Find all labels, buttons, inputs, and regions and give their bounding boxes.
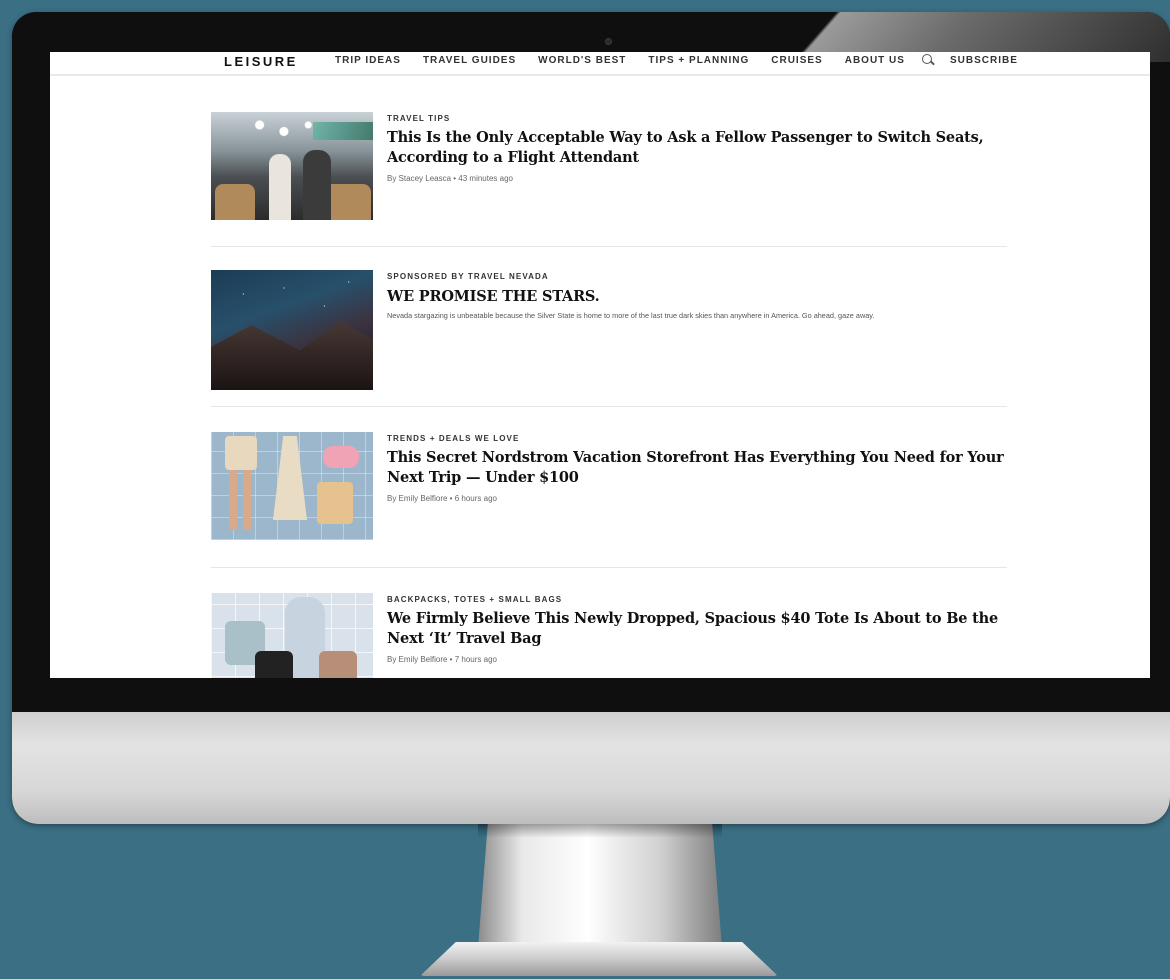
divider — [211, 246, 1007, 247]
site-logo[interactable]: LEISURE — [224, 54, 298, 69]
article-thumbnail[interactable] — [211, 593, 373, 678]
article-headline[interactable]: This Secret Nordstrom Vacation Storefron… — [387, 448, 1007, 488]
monitor-stand — [478, 824, 722, 948]
nav-link-cruises[interactable]: CRUISES — [771, 55, 822, 66]
tote-bags-image — [211, 593, 373, 678]
imac-monitor: LEISURE TRIP IDEAS TRAVEL GUIDES WORLD'S… — [12, 12, 1170, 824]
article-byline: By Emily Belfiore • 7 hours ago — [387, 655, 497, 664]
article-byline: By Emily Belfiore • 6 hours ago — [387, 494, 497, 503]
article-description: Nevada stargazing is unbeatable because … — [387, 311, 875, 320]
article-headline[interactable]: WE PROMISE THE STARS. — [387, 287, 1007, 307]
article-thumbnail[interactable] — [211, 270, 373, 390]
nav-link-tips-planning[interactable]: TIPS + PLANNING — [648, 55, 749, 66]
camera-icon — [605, 38, 612, 45]
divider — [211, 406, 1007, 407]
article-text: TRAVEL TIPS This Is the Only Acceptable … — [387, 112, 1007, 183]
vacation-outfits-image — [211, 432, 373, 540]
article-headline[interactable]: This Is the Only Acceptable Way to Ask a… — [387, 128, 1007, 168]
subscribe-link[interactable]: SUBSCRIBE — [950, 55, 1018, 66]
browser-screen: LEISURE TRIP IDEAS TRAVEL GUIDES WORLD'S… — [50, 52, 1150, 678]
site-nav: LEISURE TRIP IDEAS TRAVEL GUIDES WORLD'S… — [50, 52, 1150, 76]
divider — [211, 567, 1007, 568]
nav-link-travel-guides[interactable]: TRAVEL GUIDES — [423, 55, 516, 66]
search-icon[interactable] — [922, 54, 932, 64]
monitor-base — [420, 942, 778, 976]
airplane-cabin-image — [211, 112, 373, 220]
nav-link-about-us[interactable]: ABOUT US — [845, 55, 905, 66]
article-thumbnail[interactable] — [211, 432, 373, 540]
article-kicker[interactable]: TRENDS + DEALS WE LOVE — [387, 434, 1007, 443]
monitor-chin — [12, 712, 1170, 824]
nav-link-worlds-best[interactable]: WORLD'S BEST — [538, 55, 626, 66]
article-text: TRENDS + DEALS WE LOVE This Secret Nords… — [387, 432, 1007, 503]
article-kicker[interactable]: BACKPACKS, TOTES + SMALL BAGS — [387, 595, 1007, 604]
article-headline[interactable]: We Firmly Believe This Newly Dropped, Sp… — [387, 609, 1007, 649]
article-text: BACKPACKS, TOTES + SMALL BAGS We Firmly … — [387, 593, 1007, 664]
article-byline: By Stacey Leasca • 43 minutes ago — [387, 174, 513, 183]
sponsor-kicker[interactable]: SPONSORED BY TRAVEL NEVADA — [387, 272, 1007, 281]
nav-links: TRIP IDEAS TRAVEL GUIDES WORLD'S BEST TI… — [335, 55, 905, 66]
article-text: SPONSORED BY TRAVEL NEVADA WE PROMISE TH… — [387, 270, 1007, 320]
nav-link-trip-ideas[interactable]: TRIP IDEAS — [335, 55, 401, 66]
night-sky-image — [211, 270, 373, 390]
article-thumbnail[interactable] — [211, 112, 373, 220]
article-kicker[interactable]: TRAVEL TIPS — [387, 114, 1007, 123]
